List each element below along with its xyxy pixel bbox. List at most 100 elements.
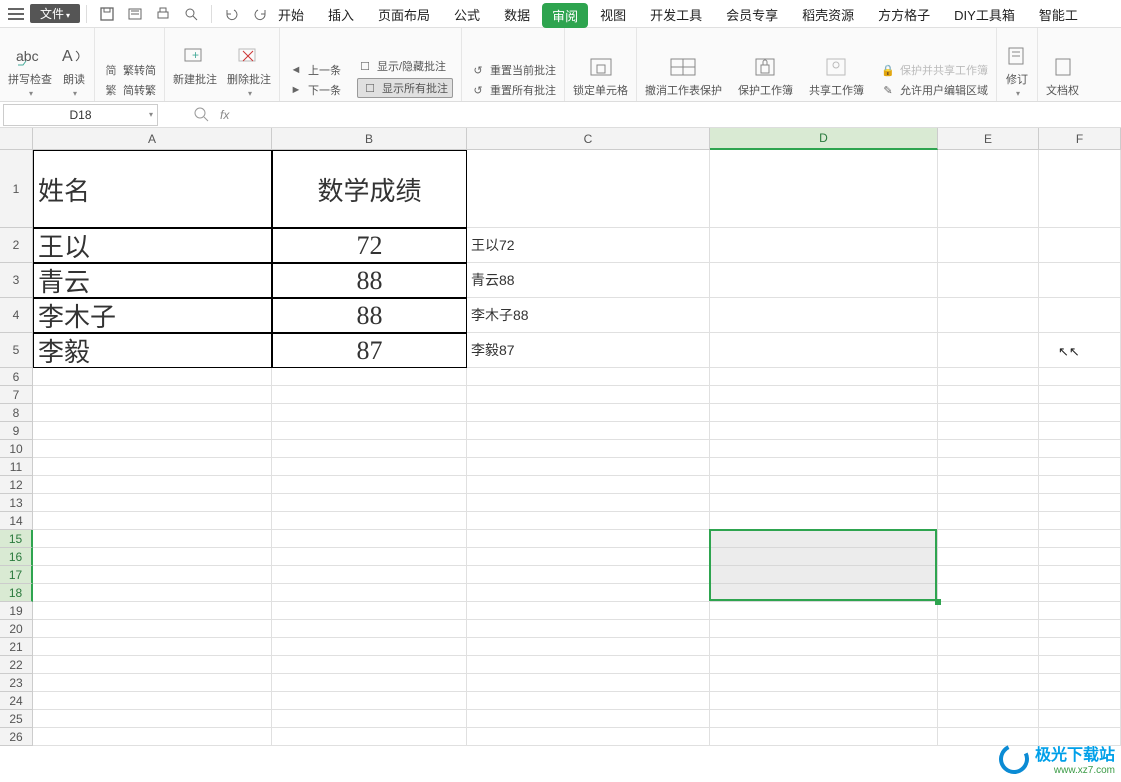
cell-A1[interactable]: 姓名 [33, 150, 272, 228]
cell-E1[interactable] [938, 150, 1039, 228]
fill-handle[interactable] [935, 599, 941, 605]
row-header-10[interactable]: 10 [0, 440, 33, 458]
row-header-20[interactable]: 20 [0, 620, 33, 638]
cell-F24[interactable] [1039, 692, 1121, 710]
cell-F15[interactable] [1039, 530, 1121, 548]
row-header-2[interactable]: 2 [0, 228, 33, 263]
cell-A5[interactable]: 李毅 [33, 333, 272, 368]
cell-B12[interactable] [272, 476, 467, 494]
lockcell-button[interactable]: 锁定单元格 [573, 54, 628, 98]
row-header-15[interactable]: 15 [0, 530, 33, 548]
cell-C21[interactable] [467, 638, 710, 656]
empty-rows[interactable]: 67891011121314151617181920212223242526 [0, 368, 1121, 746]
cell-C22[interactable] [467, 656, 710, 674]
cell-E12[interactable] [938, 476, 1039, 494]
tab-devtools[interactable]: 开发工具 [638, 1, 714, 28]
cell-E5[interactable] [938, 333, 1039, 368]
cell-A22[interactable] [33, 656, 272, 674]
showallcomments-button[interactable]: ☐显示所有批注 [357, 78, 453, 98]
row-header-9[interactable]: 9 [0, 422, 33, 440]
cell-F2[interactable] [1039, 228, 1121, 263]
row-header-17[interactable]: 17 [0, 566, 33, 584]
row-header-12[interactable]: 12 [0, 476, 33, 494]
cell-F9[interactable] [1039, 422, 1121, 440]
zoom-icon[interactable] [194, 107, 210, 123]
tab-member[interactable]: 会员专享 [714, 1, 790, 28]
tab-start[interactable]: 开始 [266, 1, 316, 28]
col-header-F[interactable]: F [1039, 128, 1121, 150]
cell-E7[interactable] [938, 386, 1039, 404]
cell-D19[interactable] [710, 602, 938, 620]
cell-C13[interactable] [467, 494, 710, 512]
col-header-B[interactable]: B [272, 128, 467, 150]
cell-C9[interactable] [467, 422, 710, 440]
cell-A9[interactable] [33, 422, 272, 440]
cell-E22[interactable] [938, 656, 1039, 674]
cell-D15[interactable] [710, 530, 938, 548]
cell-B2[interactable]: 72 [272, 228, 467, 263]
row-header-3[interactable]: 3 [0, 263, 33, 298]
cell-D20[interactable] [710, 620, 938, 638]
tab-view[interactable]: 视图 [588, 1, 638, 28]
cell-D25[interactable] [710, 710, 938, 728]
cell-F8[interactable] [1039, 404, 1121, 422]
cell-C12[interactable] [467, 476, 710, 494]
cell-D23[interactable] [710, 674, 938, 692]
row-header-8[interactable]: 8 [0, 404, 33, 422]
cell-A19[interactable] [33, 602, 272, 620]
col-header-C[interactable]: C [467, 128, 710, 150]
cell-A17[interactable] [33, 566, 272, 584]
cell-D22[interactable] [710, 656, 938, 674]
cell-E17[interactable] [938, 566, 1039, 584]
fx-icon[interactable]: fx [220, 108, 229, 122]
sharebook-button[interactable]: 共享工作簿 [809, 54, 864, 98]
cell-A18[interactable] [33, 584, 272, 602]
cell-C14[interactable] [467, 512, 710, 530]
cell-C26[interactable] [467, 728, 710, 746]
cell-A2[interactable]: 王以 [33, 228, 272, 263]
row-header-11[interactable]: 11 [0, 458, 33, 476]
spellcheck-button[interactable]: abc 拼写检查▾ [8, 43, 52, 98]
cell-C1[interactable] [467, 150, 710, 228]
cell-B23[interactable] [272, 674, 467, 692]
cell-A24[interactable] [33, 692, 272, 710]
cell-E15[interactable] [938, 530, 1039, 548]
simp2trad-button[interactable]: 繁简转繁 [103, 82, 156, 98]
cell-C3[interactable]: 青云88 [467, 263, 710, 298]
cell-E19[interactable] [938, 602, 1039, 620]
cell-D4[interactable] [710, 298, 938, 333]
alloweditranges-button[interactable]: ✎允许用户编辑区域 [880, 82, 988, 98]
row-header-6[interactable]: 6 [0, 368, 33, 386]
cell-B15[interactable] [272, 530, 467, 548]
cell-E20[interactable] [938, 620, 1039, 638]
cell-E8[interactable] [938, 404, 1039, 422]
cell-C8[interactable] [467, 404, 710, 422]
cell-D18[interactable] [710, 584, 938, 602]
cell-F25[interactable] [1039, 710, 1121, 728]
revisions-button[interactable]: 修订▾ [1005, 43, 1029, 98]
cell-A12[interactable] [33, 476, 272, 494]
row-header-21[interactable]: 21 [0, 638, 33, 656]
cell-B8[interactable] [272, 404, 467, 422]
cell-A26[interactable] [33, 728, 272, 746]
cell-E25[interactable] [938, 710, 1039, 728]
resetall-button[interactable]: ↺重置所有批注 [470, 82, 556, 98]
cell-E13[interactable] [938, 494, 1039, 512]
cell-B18[interactable] [272, 584, 467, 602]
docauth-button[interactable]: 文档权 [1046, 54, 1079, 98]
cell-F19[interactable] [1039, 602, 1121, 620]
cell-D6[interactable] [710, 368, 938, 386]
cell-B9[interactable] [272, 422, 467, 440]
col-header-E[interactable]: E [938, 128, 1039, 150]
cell-A11[interactable] [33, 458, 272, 476]
tab-data[interactable]: 数据 [492, 1, 542, 28]
cell-E6[interactable] [938, 368, 1039, 386]
cell-F3[interactable] [1039, 263, 1121, 298]
cell-B24[interactable] [272, 692, 467, 710]
cell-E18[interactable] [938, 584, 1039, 602]
name-box[interactable]: D18 ▾ [3, 104, 158, 126]
cell-B1[interactable]: 数学成绩 [272, 150, 467, 228]
cell-D12[interactable] [710, 476, 938, 494]
cell-B25[interactable] [272, 710, 467, 728]
cell-B21[interactable] [272, 638, 467, 656]
